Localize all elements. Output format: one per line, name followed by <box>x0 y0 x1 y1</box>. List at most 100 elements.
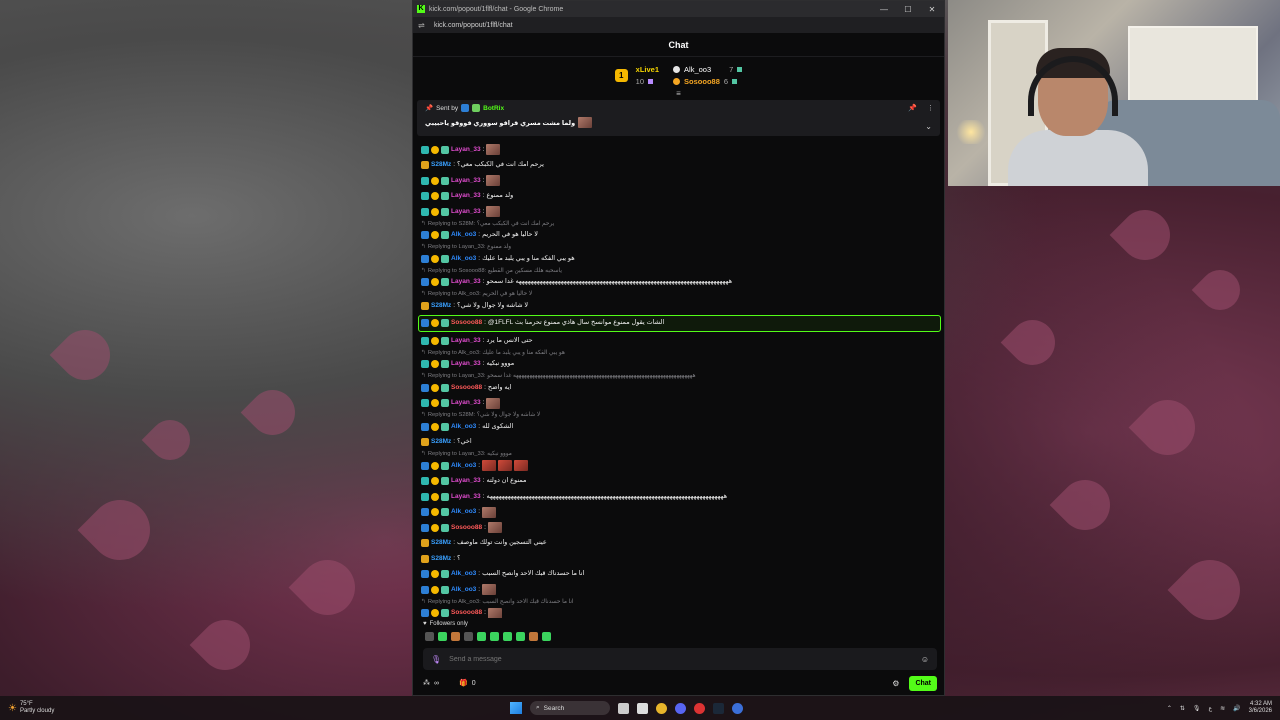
message-username[interactable]: Sosooo88 <box>451 609 482 617</box>
chat-message[interactable]: Alk_oo3: <box>421 505 938 521</box>
steam-icon[interactable] <box>713 702 724 714</box>
chat-message[interactable]: ↰ Replying to Alk_oo3: انا ما حسدناك قبك … <box>421 598 938 618</box>
message-username[interactable]: S28Mz <box>431 302 451 310</box>
input-language[interactable]: ع <box>1209 705 1213 712</box>
message-username[interactable]: Layan_33 <box>451 493 481 501</box>
reply-context[interactable]: ↰ Replying to Layan_33: ولد ممنوع <box>421 243 938 251</box>
chat-message[interactable]: Layan_33: <box>421 204 938 220</box>
chat-message[interactable]: Layan_33: <box>421 396 938 412</box>
chat-message[interactable]: S28Mz: ؟ <box>421 551 938 567</box>
reply-context[interactable]: ↰ Replying to Layan_33: مووو نبكيه <box>421 450 938 458</box>
weather-widget[interactable]: ☀ 75°F Partly cloudy <box>8 701 54 715</box>
message-username[interactable]: Alk_oo3 <box>451 423 476 431</box>
chat-message[interactable]: Sosooo88: <box>421 520 938 536</box>
message-username[interactable]: Layan_33 <box>451 146 481 154</box>
volume-icon[interactable]: 🔊 <box>1233 705 1240 712</box>
mic-icon[interactable]: 🎙 <box>431 655 441 664</box>
unpin-icon[interactable]: 📌 <box>908 104 917 112</box>
chevron-down-icon[interactable]: ⌄ <box>925 122 932 131</box>
message-username[interactable]: Sosooo88 <box>451 384 482 392</box>
chat-message[interactable]: Alk_oo3: انا ما حسدناك قبك الاحد وانصح ال… <box>421 567 938 583</box>
message-username[interactable]: Sosooo88 <box>451 319 482 327</box>
reply-context[interactable]: ↰ Replying to Layan_33: ههههههههههههههههه… <box>421 372 938 380</box>
message-username[interactable]: Layan_33 <box>451 208 481 216</box>
file-explorer-icon[interactable] <box>637 702 648 714</box>
chat-message[interactable]: ↰ Replying to S28M: لا شاشه ولا جوال ولا … <box>421 411 938 435</box>
close-button[interactable]: ✕ <box>920 5 944 14</box>
message-username[interactable]: Layan_33 <box>451 399 481 407</box>
emote-icon[interactable] <box>529 632 538 641</box>
message-username[interactable]: Layan_33 <box>451 337 481 345</box>
message-username[interactable]: S28Mz <box>431 438 451 446</box>
chat-message[interactable]: Layan_33: ممنوع ان دولته <box>421 474 938 490</box>
emote-icon[interactable] <box>542 632 551 641</box>
chat-message[interactable]: ↰ Replying to Alk_oo3: هو يبي الفكه منا و… <box>421 349 938 373</box>
chat-message[interactable]: Layan_33: <box>421 173 938 189</box>
emote-icon[interactable] <box>464 632 473 641</box>
message-username[interactable]: Layan_33 <box>451 278 481 286</box>
chat-message[interactable]: ↰ Replying to Sosooo88: ياسحبه هلك مسكين … <box>421 267 938 291</box>
chat-message[interactable]: Layan_33: ولد ممنوع <box>421 189 938 205</box>
chat-message[interactable]: S28Mz: عيني التسجين وانت تولك ماوصف <box>421 536 938 552</box>
chat-message[interactable]: Sosooo88: @1FLFL الشات يقول ممنوع موانسخ … <box>418 314 941 332</box>
leaderboard-third-name[interactable]: Sosooo88 <box>684 77 720 86</box>
emote-icon[interactable] <box>503 632 512 641</box>
url-text[interactable]: kick.com/popout/1flfl/chat <box>434 22 513 29</box>
chat-message[interactable]: ↰ Replying to Alk_oo3: لا حاليا هو في الح… <box>421 290 938 314</box>
message-input-container[interactable]: 🎙 ☺ <box>423 648 937 670</box>
message-username[interactable]: Layan_33 <box>451 477 481 485</box>
maximize-button[interactable]: ☐ <box>896 5 920 14</box>
chat-message[interactable]: Layan_33: ههههههههههههههههههههههههههههههه… <box>421 489 938 505</box>
chrome-icon[interactable] <box>656 702 667 714</box>
reply-context[interactable]: ↰ Replying to S28M: يرحم امك انت في الكبك… <box>421 220 938 228</box>
message-username[interactable]: Layan_33 <box>451 177 481 185</box>
emoji-picker-icon[interactable]: ☺ <box>921 655 929 664</box>
quick-emote-bar[interactable] <box>425 632 551 641</box>
discord-icon[interactable] <box>675 702 686 714</box>
emote-icon[interactable] <box>477 632 486 641</box>
message-username[interactable]: S28Mz <box>431 161 451 169</box>
reply-context[interactable]: ↰ Replying to S28M: لا شاشه ولا جوال ولا … <box>421 411 938 419</box>
message-username[interactable]: Layan_33 <box>451 192 481 200</box>
emote-icon[interactable] <box>438 632 447 641</box>
windows-start-icon[interactable] <box>510 702 522 714</box>
leaderboard-second-name[interactable]: Alk_oo3 <box>684 65 711 74</box>
message-username[interactable]: Alk_oo3 <box>451 570 476 578</box>
message-username[interactable]: Alk_oo3 <box>451 586 476 594</box>
message-username[interactable]: Sosooo88 <box>451 524 482 532</box>
message-username[interactable]: S28Mz <box>431 539 451 547</box>
address-bar[interactable]: ⇌ kick.com/popout/1flfl/chat <box>413 17 944 33</box>
wifi-icon[interactable]: ≋ <box>1220 705 1225 712</box>
expand-leaderboard-icon[interactable]: ≡ <box>413 90 944 98</box>
chat-message[interactable]: S28Mz: يرحم امك انت في الكبكب معي؟ <box>421 158 938 174</box>
message-username[interactable]: Alk_oo3 <box>451 255 476 263</box>
chat-message[interactable]: ↰ Replying to Layan_33: مووو نبكيه Alk_oo3… <box>421 450 938 474</box>
reply-context[interactable]: ↰ Replying to Alk_oo3: هو يبي الفكه منا و… <box>421 349 938 357</box>
taskbar-clock[interactable]: 4:32 AM 3/6/2026 <box>1249 701 1272 715</box>
settings-gear-icon[interactable]: ⚙ <box>892 679 899 688</box>
chat-message[interactable]: Layan_33: <box>421 142 938 158</box>
chat-message-input[interactable] <box>449 655 921 663</box>
mic-tray-icon[interactable]: 🎙 <box>1193 705 1201 712</box>
emote-icon[interactable] <box>451 632 460 641</box>
pinned-sender[interactable]: BotRix <box>483 105 504 112</box>
leaderboard-first-name[interactable]: xLive1 <box>636 65 659 74</box>
app-icon[interactable] <box>732 702 743 714</box>
message-username[interactable]: S28Mz <box>431 555 451 563</box>
emote-icon[interactable] <box>516 632 525 641</box>
kicks-icon[interactable]: ⁂ <box>423 679 430 687</box>
taskbar-search[interactable]: ⌕ Search <box>530 701 610 715</box>
chat-message[interactable]: ↰ Replying to S28M: يرحم امك انت في الكبك… <box>421 220 938 244</box>
message-username[interactable]: Alk_oo3 <box>451 231 476 239</box>
task-view-icon[interactable] <box>618 702 629 714</box>
minimize-button[interactable]: — <box>872 5 896 14</box>
reply-context[interactable]: ↰ Replying to Alk_oo3: انا ما حسدناك قبك … <box>421 598 938 606</box>
obs-icon[interactable] <box>694 702 705 714</box>
emote-icon[interactable] <box>490 632 499 641</box>
reply-context[interactable]: ↰ Replying to Alk_oo3: لا حاليا هو في الح… <box>421 290 938 298</box>
message-username[interactable]: Layan_33 <box>451 360 481 368</box>
chevron-up-icon[interactable]: ⌃ <box>1167 705 1172 712</box>
send-chat-button[interactable]: Chat <box>909 675 937 691</box>
message-username[interactable]: Alk_oo3 <box>451 462 476 470</box>
message-username[interactable]: Alk_oo3 <box>451 508 476 516</box>
